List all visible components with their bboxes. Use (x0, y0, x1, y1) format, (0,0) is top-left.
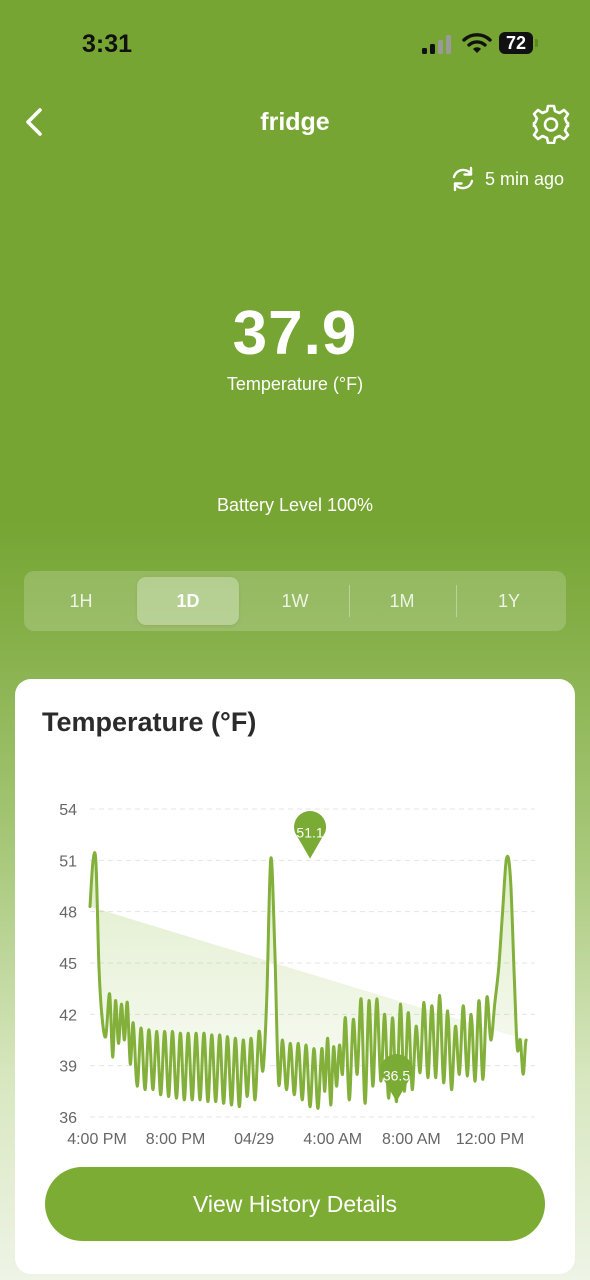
current-temperature-label: Temperature (°F) (226, 374, 364, 394)
last-updated: 5 min ago (449, 166, 564, 192)
y-tick-label: 48 (59, 905, 77, 922)
x-tick-label: 4:00 PM (67, 1131, 127, 1148)
tab-1h[interactable]: 1H (30, 577, 132, 625)
tab-divider (456, 585, 457, 617)
tab-1d[interactable]: 1D (137, 577, 239, 625)
tab-1w[interactable]: 1W (244, 577, 346, 625)
status-time: 3:31 (82, 30, 133, 58)
y-tick-label: 36 (59, 1110, 77, 1127)
view-history-details-button[interactable]: View History Details (45, 1167, 545, 1241)
x-tick-label: 12:00 PM (456, 1131, 524, 1148)
page-title: fridge (260, 108, 330, 136)
x-tick-label: 04/29 (234, 1131, 274, 1148)
temperature-chart-card: Temperature (°F) 54 51 48 45 42 39 36 4:00 PM 8:… (15, 679, 575, 1274)
tab-1y[interactable]: 1Y (458, 577, 560, 625)
y-tick-label: 42 (59, 1007, 77, 1024)
status-bar: 3:31 72 (0, 0, 590, 88)
gear-icon[interactable] (530, 102, 572, 144)
x-tick-label: 8:00 PM (146, 1131, 206, 1148)
y-tick-label: 39 (59, 1059, 77, 1076)
time-range-selector: 1H 1D 1W 1M 1Y (24, 571, 566, 631)
temperature-line-chart: 54 51 48 45 42 39 36 4:00 PM 8:00 PM 04/29 4:00 AM… (59, 802, 535, 1148)
wifi-icon (462, 33, 492, 53)
tab-1m[interactable]: 1M (351, 577, 453, 625)
cellular-signal-icon (422, 34, 454, 54)
y-tick-label: 54 (59, 802, 77, 819)
battery-icon: 72 (499, 32, 533, 54)
battery-tip (535, 39, 538, 47)
last-updated-text: 5 min ago (484, 168, 564, 189)
max-value-label: 51.1 (296, 825, 323, 841)
x-tick-label: 4:00 AM (303, 1131, 362, 1148)
min-value-label: 36.5 (383, 1068, 410, 1084)
sync-icon[interactable] (449, 166, 477, 192)
battery-level-text: Battery Level 100% (216, 495, 374, 515)
tab-divider (349, 585, 350, 617)
x-tick-label: 8:00 AM (382, 1131, 441, 1148)
y-tick-label: 45 (59, 956, 77, 973)
y-tick-label: 51 (59, 853, 77, 870)
current-temperature-value: 37.9 (232, 299, 358, 368)
